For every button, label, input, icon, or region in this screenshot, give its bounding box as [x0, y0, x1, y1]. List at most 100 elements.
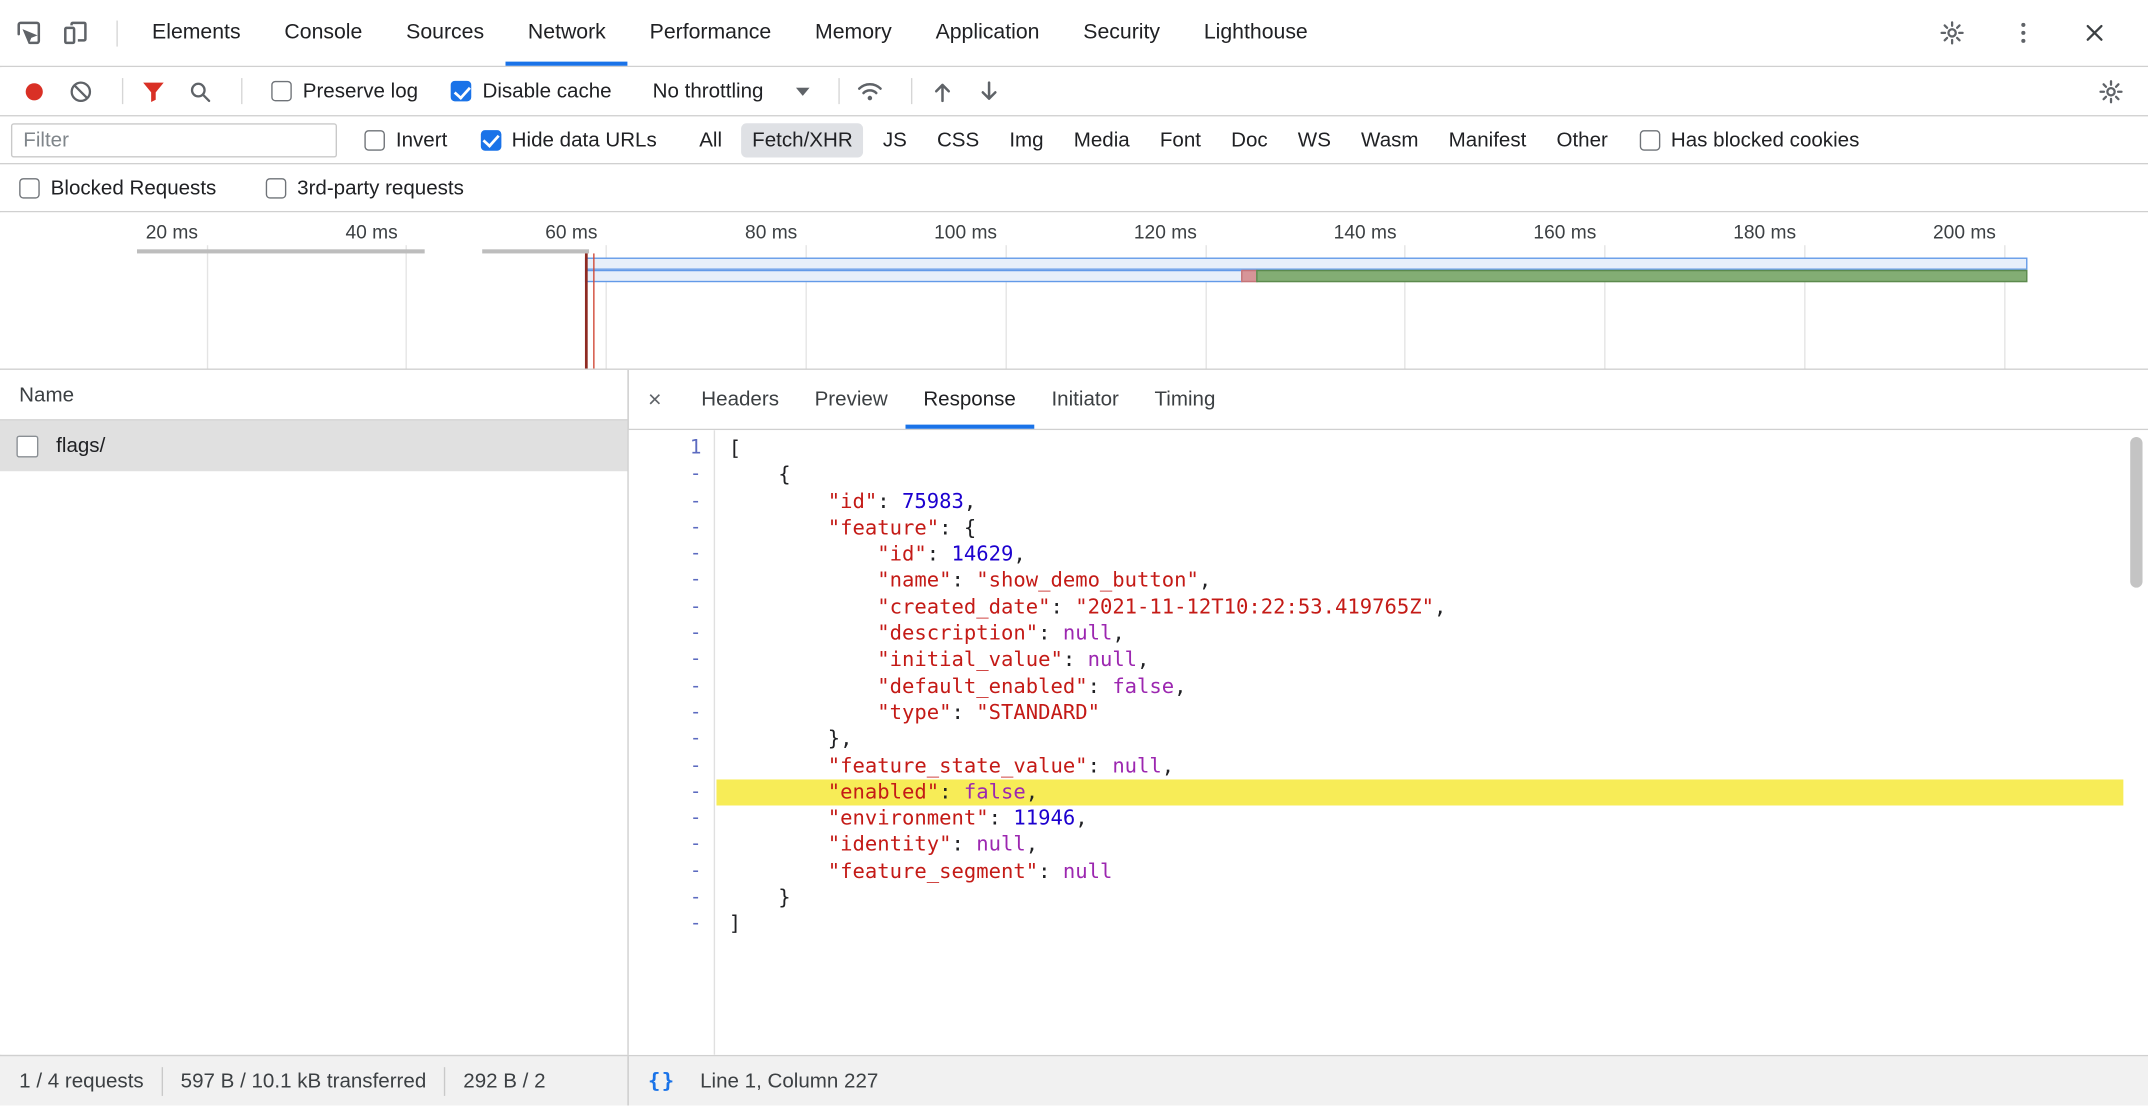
transferred-summary: 597 B / 10.1 kB transferred — [181, 1069, 427, 1092]
tab-performance[interactable]: Performance — [628, 0, 793, 66]
toolbar-separator — [911, 78, 912, 104]
detail-tab-headers[interactable]: Headers — [683, 370, 796, 429]
disable-cache-toggle[interactable]: Disable cache — [451, 79, 612, 102]
detail-tabs: HeadersPreviewResponseInitiatorTiming — [683, 370, 1233, 429]
gutter-line: - — [629, 885, 714, 911]
filter-type-ws[interactable]: WS — [1287, 123, 1342, 157]
vertical-scrollbar[interactable] — [2130, 437, 2142, 588]
column-header-name[interactable]: Name — [0, 370, 627, 421]
tab-network[interactable]: Network — [506, 0, 628, 66]
request-bar-total — [585, 258, 2028, 270]
gutter-line: - — [629, 568, 714, 594]
request-name: flags/ — [56, 434, 105, 457]
gutter-line: - — [629, 779, 714, 805]
gutter-line: - — [629, 621, 714, 647]
request-row-flags[interactable]: flags/ — [0, 421, 627, 472]
preserve-log-checkbox[interactable] — [271, 81, 292, 102]
blocked-cookies-toggle[interactable]: Has blocked cookies — [1639, 128, 1859, 151]
editor-status-bar: {} Line 1, Column 227 — [629, 1056, 879, 1105]
detail-tab-initiator[interactable]: Initiator — [1034, 370, 1137, 429]
gutter-line: - — [629, 859, 714, 885]
filter-type-media[interactable]: Media — [1063, 123, 1141, 157]
preserve-log-toggle[interactable]: Preserve log — [271, 79, 418, 102]
gutter-line: - — [629, 700, 714, 726]
filter-type-other[interactable]: Other — [1546, 123, 1619, 157]
blocked-cookies-checkbox[interactable] — [1639, 129, 1660, 150]
settings-button[interactable] — [1934, 15, 1970, 51]
code-line: "enabled": false, — [716, 779, 2123, 805]
filter-type-fetch-xhr[interactable]: Fetch/XHR — [741, 123, 863, 157]
network-settings-button[interactable] — [2093, 73, 2129, 109]
third-party-toggle[interactable]: 3rd-party requests — [266, 176, 464, 199]
clear-network-log-button[interactable] — [63, 73, 99, 109]
pretty-print-button[interactable]: {} — [648, 1069, 675, 1094]
throttling-select[interactable]: No throttling — [653, 79, 810, 102]
tab-application[interactable]: Application — [914, 0, 1062, 66]
filter-type-doc[interactable]: Doc — [1220, 123, 1278, 157]
close-devtools-button[interactable] — [2077, 15, 2113, 51]
search-icon — [186, 77, 213, 104]
network-overview[interactable]: 20 ms40 ms60 ms80 ms100 ms120 ms140 ms16… — [0, 212, 2148, 370]
filter-type-img[interactable]: Img — [998, 123, 1054, 157]
search-button[interactable] — [182, 73, 218, 109]
editor-code: [ { "id": 75983, "feature": { "id": 1462… — [716, 430, 2123, 1055]
tab-security[interactable]: Security — [1061, 0, 1182, 66]
ruler-tick-label: 100 ms — [881, 221, 997, 243]
import-har-button[interactable] — [925, 73, 961, 109]
detail-tab-preview[interactable]: Preview — [797, 370, 906, 429]
hide-data-urls-checkbox[interactable] — [480, 129, 501, 150]
network-conditions-button[interactable] — [853, 73, 889, 109]
filter-type-wasm[interactable]: Wasm — [1350, 123, 1429, 157]
preserve-log-label: Preserve log — [303, 79, 418, 102]
tab-elements[interactable]: Elements — [130, 0, 262, 66]
filter-type-all[interactable]: All — [688, 123, 733, 157]
tab-console[interactable]: Console — [263, 0, 385, 66]
resource-summary: 292 B / 2 — [463, 1069, 545, 1092]
third-party-checkbox[interactable] — [266, 177, 287, 198]
hide-data-urls-toggle[interactable]: Hide data URLs — [480, 128, 657, 151]
filter-type-manifest[interactable]: Manifest — [1438, 123, 1538, 157]
gear-icon — [1938, 19, 1965, 46]
filter-type-css[interactable]: CSS — [926, 123, 990, 157]
filter-input[interactable] — [11, 123, 337, 157]
tab-sources[interactable]: Sources — [384, 0, 506, 66]
response-editor[interactable]: 1------------------ [ { "id": 75983, "fe… — [629, 430, 2148, 1055]
ruler-tick-label: 200 ms — [1879, 221, 1995, 243]
invert-toggle[interactable]: Invert — [364, 128, 447, 151]
close-detail-button[interactable]: × — [648, 386, 662, 413]
disable-cache-checkbox[interactable] — [451, 81, 472, 102]
detail-tab-response[interactable]: Response — [906, 370, 1034, 429]
toggle-device-toolbar-button[interactable] — [58, 15, 94, 51]
tab-memory[interactable]: Memory — [793, 0, 914, 66]
blocked-requests-toggle[interactable]: Blocked Requests — [19, 176, 216, 199]
more-options-button[interactable] — [2006, 15, 2042, 51]
third-party-label: 3rd-party requests — [297, 176, 464, 199]
code-line: "feature_state_value": null, — [716, 753, 2123, 779]
close-icon — [2081, 19, 2108, 46]
load-event-marker — [592, 253, 594, 368]
devtools-window: ElementsConsoleSourcesNetworkPerformance… — [0, 0, 2148, 1106]
tab-lighthouse[interactable]: Lighthouse — [1182, 0, 1330, 66]
disable-cache-label: Disable cache — [483, 79, 612, 102]
ruler-tick-label: 20 ms — [82, 221, 198, 243]
blocked-requests-checkbox[interactable] — [19, 177, 40, 198]
resource-type-filter: AllFetch/XHR JSCSSImg MediaFontDoc WSWasm Ma… — [684, 123, 1623, 157]
request-bar-waiting — [585, 270, 1243, 282]
detail-tab-strip: × HeadersPreviewResponseInitiatorTiming — [629, 370, 2148, 430]
export-har-button[interactable] — [972, 73, 1008, 109]
request-checkbox[interactable] — [16, 435, 38, 457]
record-button[interactable] — [16, 73, 52, 109]
filter-type-js[interactable]: JS — [872, 123, 918, 157]
invert-label: Invert — [396, 128, 447, 151]
ruler-tick-label: 40 ms — [281, 221, 397, 243]
ruler-gridline — [206, 245, 207, 368]
inspect-element-button[interactable] — [11, 15, 47, 51]
status-separator — [444, 1066, 445, 1095]
cursor-position: Line 1, Column 227 — [700, 1069, 878, 1092]
invert-checkbox[interactable] — [364, 129, 385, 150]
gutter-line: - — [629, 753, 714, 779]
detail-tab-timing[interactable]: Timing — [1137, 370, 1234, 429]
filter-toggle-button[interactable] — [136, 73, 172, 109]
filter-type-font[interactable]: Font — [1149, 123, 1212, 157]
filter-funnel-icon — [140, 77, 167, 104]
